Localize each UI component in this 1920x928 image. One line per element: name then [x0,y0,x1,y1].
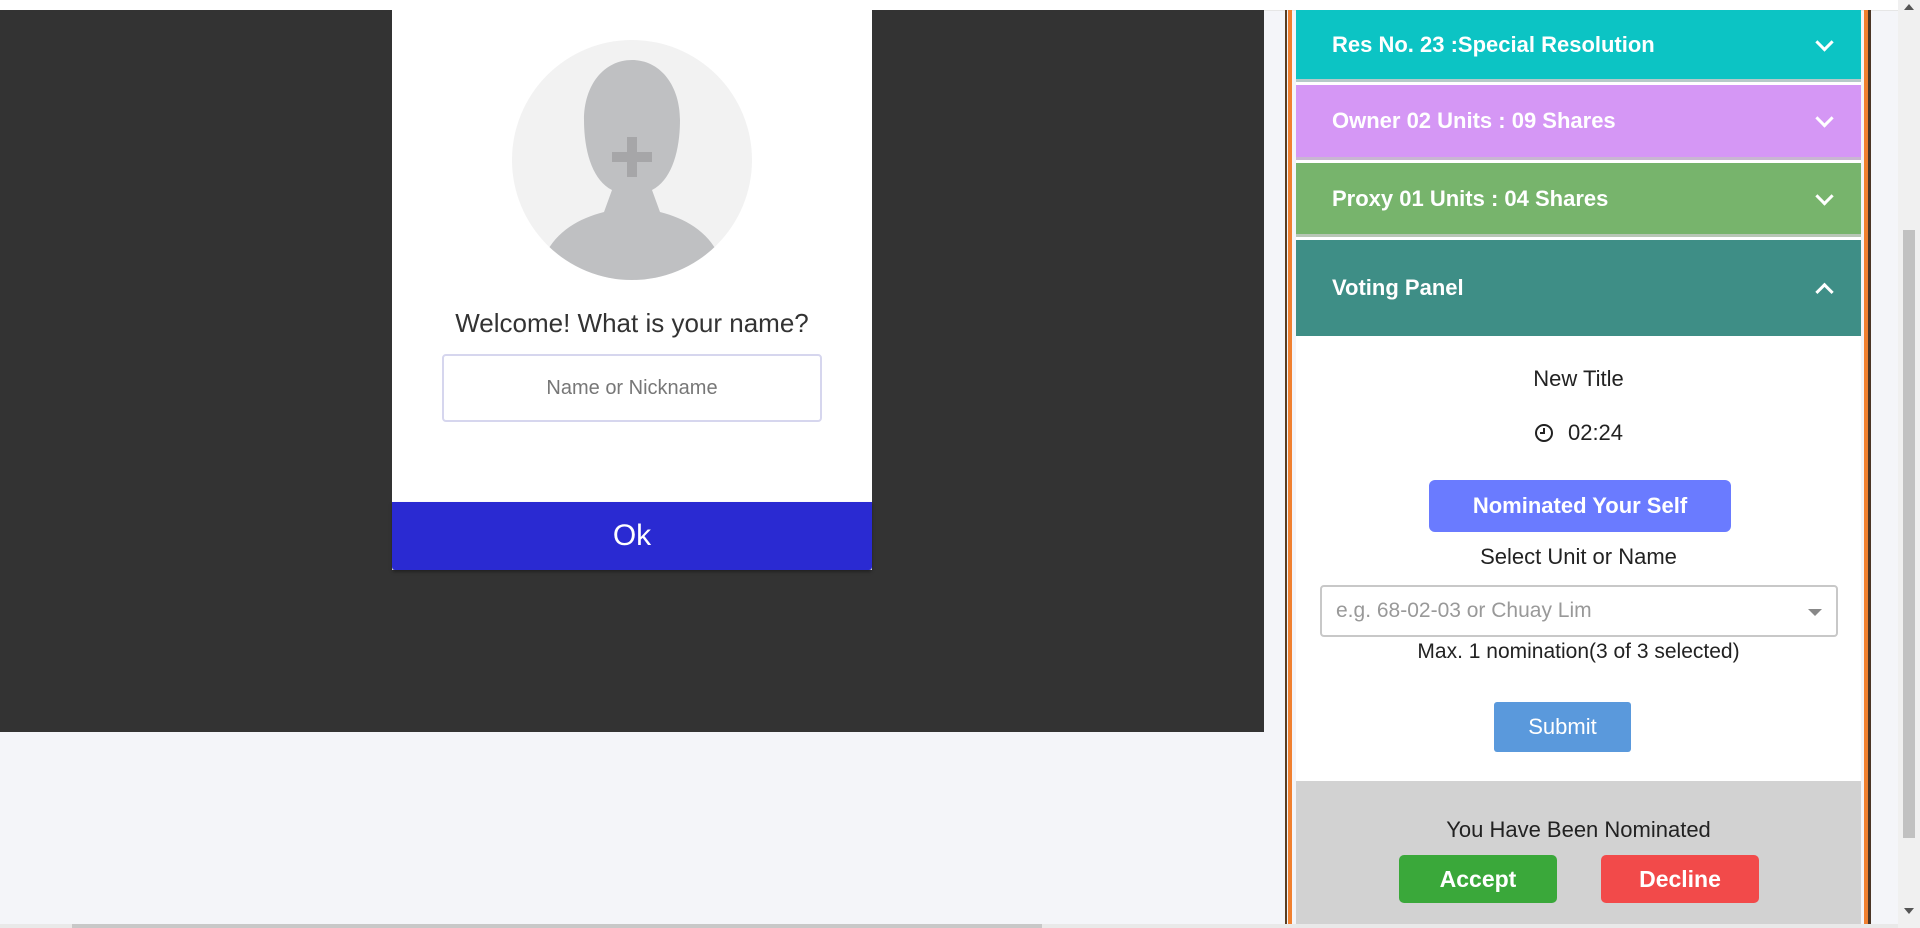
select-unit-label: Select Unit or Name [1480,544,1677,569]
vertical-scrollbar[interactable] [1898,0,1920,928]
accordion-resolution-label: Res No. 23 :Special Resolution [1332,31,1655,57]
horizontal-scrollbar-thumb[interactable] [72,924,1042,928]
voting-side-panel: Res No. 23 :Special Resolution Owner 02 … [1296,10,1861,925]
unit-name-select[interactable]: e.g. 68-02-03 or Chuay Lim [1320,585,1838,637]
clock-icon [1534,423,1554,443]
scroll-down-icon[interactable] [1904,908,1914,914]
divider-line [1285,10,1287,925]
scroll-up-icon[interactable] [1904,4,1914,10]
accordion-proxy[interactable]: Proxy 01 Units : 04 Shares [1296,163,1861,237]
accordion-owner[interactable]: Owner 02 Units : 09 Shares [1296,85,1861,160]
panel-border-left [1288,10,1292,925]
nomination-notice: You Have Been Nominated Accept Decline [1296,781,1861,925]
nominate-yourself-button[interactable]: Nominated Your Self [1429,480,1731,532]
welcome-prompt: Welcome! What is your name? [455,308,809,338]
scrollbar-thumb[interactable] [1903,230,1915,838]
name-input[interactable] [442,354,822,422]
accordion-proxy-label: Proxy 01 Units : 04 Shares [1332,185,1609,211]
caret-down-icon [1808,609,1822,616]
submit-button[interactable]: Submit [1494,702,1631,752]
accept-button[interactable]: Accept [1399,855,1557,903]
accordion-voting-panel[interactable]: Voting Panel [1296,240,1861,336]
accordion-resolution[interactable]: Res No. 23 :Special Resolution [1296,10,1861,82]
select-placeholder: e.g. 68-02-03 or Chuay Lim [1336,599,1592,622]
max-nomination-note: Max. 1 nomination(3 of 3 selected) [1417,640,1740,663]
timer-value: 02:24 [1567,420,1624,445]
panel-border-outer [1868,10,1871,925]
chevron-up-icon [1815,282,1834,302]
welcome-card: Welcome! What is your name? Ok [392,10,872,570]
accordion-owner-label: Owner 02 Units : 09 Shares [1332,108,1616,133]
person-placeholder-icon[interactable] [512,40,752,280]
chevron-down-icon [1815,109,1834,128]
voting-title: New Title [1533,366,1624,391]
nomination-message: You Have Been Nominated [1446,817,1711,842]
chevron-down-icon [1815,32,1834,52]
chevron-down-icon [1815,186,1834,206]
countdown-timer: 02:24 [1296,420,1861,446]
horizontal-scrollbar[interactable] [0,924,1898,928]
decline-button[interactable]: Decline [1601,855,1759,903]
ok-button[interactable]: Ok [392,502,872,570]
accordion-voting-panel-label: Voting Panel [1332,275,1464,300]
